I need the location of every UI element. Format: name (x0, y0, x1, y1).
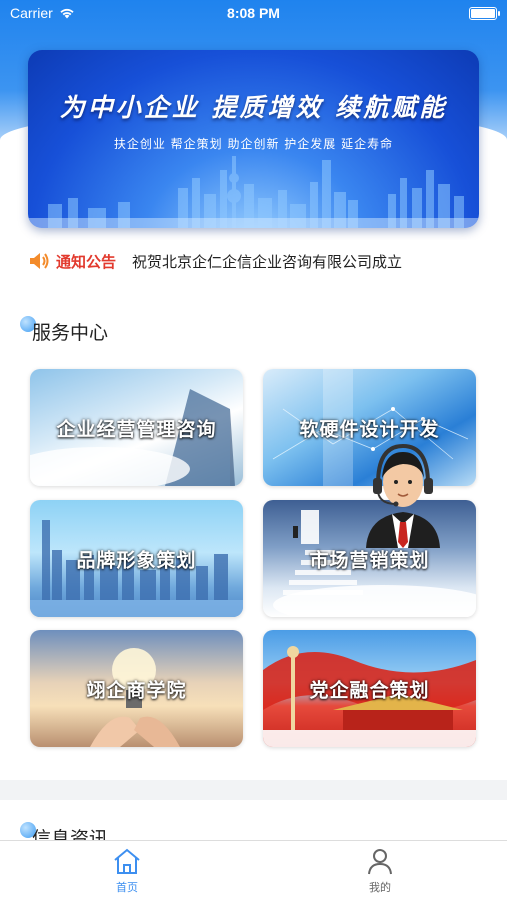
news-title: 信息资讯 (32, 828, 109, 840)
service-card-label: 翊企商学院 (86, 679, 187, 701)
tab-mine[interactable]: 我的 (350, 847, 410, 895)
service-card-label: 软硬件设计开发 (299, 418, 440, 440)
services-heading: 服务中心 (20, 316, 109, 345)
tab-home[interactable]: 首页 (97, 847, 157, 895)
banner-slogan: 为中小企业 提质增效 续航赋能 (59, 93, 448, 122)
service-card-consulting[interactable]: 企业经营管理咨询 (30, 369, 243, 486)
service-card-label: 企业经营管理咨询 (56, 418, 217, 440)
hero-banner[interactable]: 为中小企业 提质增效 续航赋能 扶企创业 帮企策划 助企创新 护企发展 延企寿命 (28, 50, 479, 228)
battery-icon (469, 7, 500, 20)
news-section: 信息资讯 (0, 800, 507, 840)
news-heading: 信息资讯 (20, 822, 109, 840)
notice-tag: 通知公告 (56, 252, 117, 271)
service-card-label: 品牌形象策划 (76, 549, 197, 571)
services-title: 服务中心 (32, 322, 109, 344)
service-card-party[interactable]: 党企融合策划 (263, 630, 476, 747)
notice-bar[interactable]: 通知公告 祝贺北京企仁企信企业咨询有限公司成立 (14, 240, 494, 282)
service-card-brand[interactable]: 品牌形象策划 (30, 500, 243, 617)
city-skyline-graphic (28, 156, 479, 228)
speaker-icon (30, 253, 49, 269)
service-card-label: 党企融合策划 (309, 679, 430, 701)
home-icon (114, 848, 140, 874)
service-card-academy[interactable]: 翊企商学院 (30, 630, 243, 747)
tab-mine-label: 我的 (369, 881, 391, 894)
tab-home-label: 首页 (116, 881, 138, 894)
service-card-label: 市场营销策划 (309, 549, 430, 571)
user-icon (368, 849, 392, 875)
customer-service-avatar[interactable] (362, 438, 444, 548)
status-bar: Carrier 8:08 PM (0, 0, 507, 26)
notice-text[interactable]: 祝贺北京企仁企信企业咨询有限公司成立 (132, 251, 442, 272)
bottom-tab-bar: 首页 我的 (0, 840, 507, 900)
clock: 8:08 PM (227, 5, 280, 21)
